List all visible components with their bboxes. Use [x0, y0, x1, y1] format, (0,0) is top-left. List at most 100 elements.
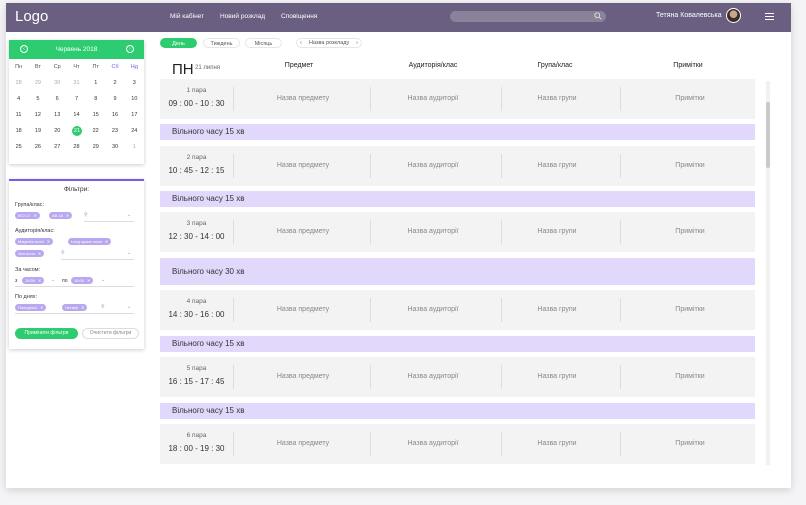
calendar-day[interactable]: 6	[48, 96, 67, 102]
search-icon[interactable]: ⚲	[61, 250, 65, 256]
calendar-day[interactable]: 25	[9, 144, 28, 150]
divider	[501, 220, 502, 244]
group-chip[interactable]: АВ 16 ✕	[49, 212, 73, 219]
chip-remove-icon[interactable]: ✕	[81, 305, 84, 310]
group-chip[interactable]: ІЕО 17 ✕	[15, 212, 40, 219]
free-time-label: Вільного часу 15 хв	[172, 406, 245, 415]
chip-remove-icon[interactable]: ✕	[105, 239, 108, 244]
room-chip[interactable]: Long space room ✕	[68, 238, 112, 245]
time-to-chip[interactable]: 18:00 ✕	[71, 277, 94, 284]
calendar-day[interactable]: 9	[105, 96, 124, 102]
calendar-next-icon[interactable]: ›	[126, 45, 134, 53]
tab-week[interactable]: Тиждень	[203, 38, 240, 48]
calendar-day[interactable]: 16	[105, 112, 124, 118]
lesson-row[interactable]: 5 пара 16 : 15 - 17 : 45 Назва предмету …	[160, 357, 755, 397]
calendar-day[interactable]: 12	[28, 112, 47, 118]
calendar-day[interactable]: 24	[125, 128, 144, 134]
search-icon[interactable]: ⚲	[101, 304, 105, 310]
tab-day[interactable]: День	[160, 38, 197, 48]
calendar-day[interactable]: 5	[28, 96, 47, 102]
free-time-label: Вільного часу 15 хв	[172, 339, 245, 348]
chip-remove-icon[interactable]: ✕	[40, 305, 43, 310]
chip-remove-icon[interactable]: ✕	[47, 239, 50, 244]
divider	[370, 154, 371, 178]
lesson-row[interactable]: 2 пара 10 : 45 - 12 : 15 Назва предмету …	[160, 146, 755, 186]
lesson-notes: Примітки	[675, 162, 705, 169]
calendar-day[interactable]: 29	[28, 80, 47, 86]
chip-label: Зал поля	[18, 251, 35, 256]
chevron-left-icon[interactable]: ‹	[300, 39, 302, 47]
calendar-day[interactable]: 29	[86, 144, 105, 150]
lesson-row[interactable]: 1 пара 09 : 00 - 10 : 30 Назва предмету …	[160, 79, 755, 119]
calendar-day[interactable]: 1	[86, 80, 105, 86]
calendar-day[interactable]: 4	[9, 96, 28, 102]
calendar-day[interactable]: 11	[9, 112, 28, 118]
schedule-name-selector[interactable]: ‹ Назва розкладу ›	[296, 38, 362, 48]
room-input-underline	[61, 259, 134, 260]
calendar-day[interactable]: 28	[67, 144, 86, 150]
calendar-day[interactable]: 26	[28, 144, 47, 150]
chip-remove-icon[interactable]: ✕	[38, 251, 41, 256]
calendar-day[interactable]: 13	[48, 112, 67, 118]
calendar-day[interactable]: 1	[125, 144, 144, 150]
chip-label: 18:00	[74, 278, 85, 283]
calendar-day[interactable]: 27	[48, 144, 67, 150]
day-chip[interactable]: Четвер ✕	[62, 304, 88, 311]
calendar-day[interactable]: 3	[125, 80, 144, 86]
calendar-day[interactable]: 10	[125, 96, 144, 102]
lesson-row[interactable]: 3 пара 12 : 30 - 14 : 00 Назва предмету …	[160, 212, 755, 252]
chip-remove-icon[interactable]: ✕	[87, 278, 90, 283]
calendar-day[interactable]: 18	[9, 128, 28, 134]
time-to-prefix: по	[62, 278, 68, 284]
calendar-day[interactable]: 22	[86, 128, 105, 134]
user-name[interactable]: Тетяна Ковалевська	[656, 12, 722, 19]
lesson-row[interactable]: 6 пара 18 : 00 - 19 : 30 Назва предмету …	[160, 424, 755, 464]
calendar-day[interactable]: 30	[48, 80, 67, 86]
chevron-down-icon[interactable]: ⌄	[127, 304, 131, 310]
calendar-day[interactable]: 15	[86, 112, 105, 118]
calendar-day[interactable]: 23	[105, 128, 124, 134]
chip-remove-icon[interactable]: ✕	[38, 278, 41, 283]
day-chip[interactable]: Понеділок ✕	[15, 304, 47, 311]
search-icon[interactable]: ⚲	[84, 212, 88, 218]
chevron-right-icon[interactable]: ›	[356, 39, 358, 47]
lesson-row[interactable]: 4 пара 14 : 30 - 16 : 00 Назва предмету …	[160, 290, 755, 330]
column-header-room: Аудиторія/клас	[408, 62, 458, 69]
clear-filters-button[interactable]: Очистити фільтри	[82, 328, 139, 339]
chevron-down-icon[interactable]: ⌄	[101, 277, 105, 283]
time-from-chip[interactable]: 15:00 ✕	[22, 277, 45, 284]
calendar-day[interactable]: 7	[67, 96, 86, 102]
avatar[interactable]	[726, 8, 741, 23]
calendar-day[interactable]: 28	[9, 80, 28, 86]
apply-filters-button[interactable]: Примінити фільтри	[15, 328, 78, 339]
nav-my-cabinet[interactable]: Мій кабінет	[170, 13, 204, 20]
calendar-day[interactable]: 2	[105, 80, 124, 86]
lesson-number: 1 пара	[186, 87, 207, 94]
calendar-day[interactable]: 19	[28, 128, 47, 134]
search-input[interactable]	[450, 11, 606, 22]
weekday-label: Вт	[34, 64, 41, 70]
calendar-day[interactable]: 17	[125, 112, 144, 118]
lesson-group: Назва групи	[537, 306, 577, 313]
chevron-down-icon[interactable]: ⌄	[51, 277, 55, 283]
nav-notifications[interactable]: Сповіщення	[281, 13, 317, 20]
lesson-group: Назва групи	[537, 228, 577, 235]
calendar-day[interactable]: 8	[86, 96, 105, 102]
tab-month[interactable]: Місяць	[245, 38, 282, 48]
search-icon[interactable]	[594, 12, 602, 20]
calendar-day[interactable]: 14	[67, 112, 86, 118]
calendar-day-selected[interactable]: 21	[71, 126, 82, 136]
scrollbar-thumb[interactable]	[766, 102, 770, 168]
chevron-down-icon[interactable]: ⌄	[127, 212, 131, 218]
logo[interactable]: Logo	[15, 8, 48, 25]
room-chip[interactable]: Magenta room ✕	[15, 238, 54, 245]
chip-remove-icon[interactable]: ✕	[66, 213, 69, 218]
hamburger-menu-icon[interactable]	[765, 13, 774, 21]
chevron-down-icon[interactable]: ⌄	[127, 250, 131, 256]
room-chip[interactable]: Зал поля ✕	[15, 250, 45, 257]
calendar-day[interactable]: 31	[67, 80, 86, 86]
nav-new-schedule[interactable]: Новий розклад	[220, 13, 265, 20]
calendar-day[interactable]: 20	[48, 128, 67, 134]
calendar-day[interactable]: 30	[105, 144, 124, 150]
chip-remove-icon[interactable]: ✕	[33, 213, 36, 218]
